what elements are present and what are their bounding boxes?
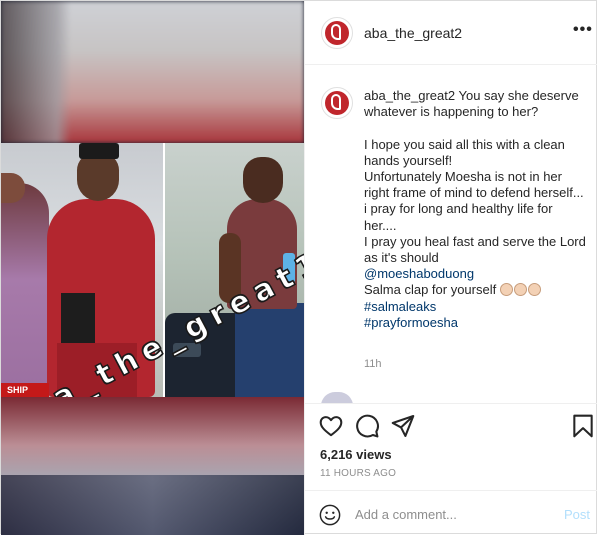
add-comment-bar: Post [305,490,597,536]
post-photo: SHIP Aba_the_great1 [1,143,304,397]
post-header: aba_the_great2 ••• [305,1,597,65]
blurred-background-bottom [1,397,304,535]
post-media[interactable]: SHIP Aba_the_great1 [1,1,304,535]
comment-input[interactable] [355,503,535,525]
instagram-post: SHIP Aba_the_great1 aba_the_great2 ••• [0,0,597,535]
caption-line: I pray you heal fast and serve the Lord … [364,233,586,266]
hashtag-link[interactable]: #salmaleaks [364,299,436,314]
avatar[interactable] [321,17,353,49]
more-options-icon[interactable]: ••• [573,22,592,41]
caption-username[interactable]: aba_the_great2 [364,88,455,103]
send-icon[interactable] [390,413,416,439]
comments-area: aba_the_great2 You say she deserve whate… [305,66,597,403]
caption-line: Unfortunately Moesha is not in her right… [364,169,584,233]
header-username[interactable]: aba_the_great2 [364,25,462,41]
post-caption: aba_the_great2 You say she deserve whate… [364,88,586,331]
hashtag-link[interactable]: #prayformoesha [364,315,458,330]
comment-icon[interactable] [354,413,380,439]
caption-line: Salma clap for yourself [364,282,497,298]
view-count[interactable]: 6,216 views [320,447,392,462]
post-timestamp[interactable]: 11 HOURS AGO [320,468,396,479]
post-actions: 6,216 views 11 HOURS AGO Post [305,403,597,535]
blurred-background-top [1,1,304,143]
clap-emoji-icon [499,282,542,297]
bookmark-icon[interactable] [570,413,596,439]
woman-figure [1,183,49,397]
post-comment-button[interactable]: Post [564,507,590,522]
mention-link[interactable]: @moeshaboduong [364,266,474,281]
heart-icon[interactable] [318,413,344,439]
next-comment-preview [364,394,584,403]
caption-avatar[interactable] [321,87,353,119]
next-comment-avatar [321,392,353,403]
post-side-panel: aba_the_great2 ••• aba_the_great2 You sa… [304,1,597,535]
caption-time[interactable]: 11h [364,358,382,370]
caption-line: I hope you said all this with a clean ha… [364,136,565,168]
emoji-icon[interactable] [319,504,341,526]
